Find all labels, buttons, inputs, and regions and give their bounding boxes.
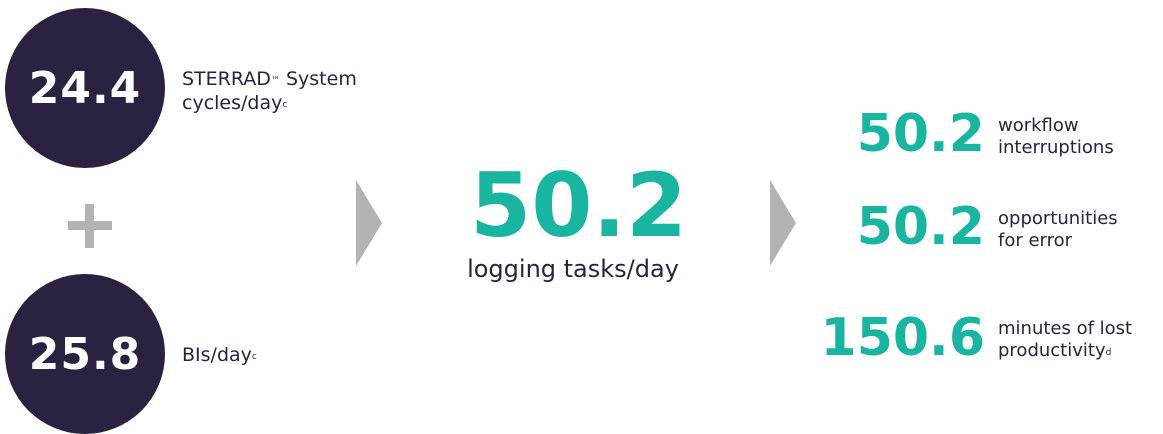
opportunities-for-error-value: 50.2	[856, 197, 985, 257]
workflow-interruptions-label: workflow interruptions	[998, 115, 1114, 158]
plus-icon	[68, 204, 112, 248]
lost-productivity-value: 150.6	[820, 308, 985, 368]
bis-value: 25.8	[5, 274, 165, 434]
logging-tasks-label: logging tasks/day	[467, 255, 679, 283]
workflow-interruptions-value: 50.2	[856, 104, 985, 164]
bis-label: BIs/dayc	[182, 344, 257, 366]
chevron-right-icon	[356, 180, 382, 266]
logging-tasks-value: 50.2	[470, 154, 688, 257]
sterrad-cycles-label: STERRAD™ System cycles/dayc	[182, 68, 357, 114]
sterrad-cycles-value: 24.4	[5, 8, 165, 168]
opportunities-for-error-label: opportunities for error	[998, 208, 1118, 251]
lost-productivity-label: minutes of lost productivityd	[998, 318, 1133, 361]
